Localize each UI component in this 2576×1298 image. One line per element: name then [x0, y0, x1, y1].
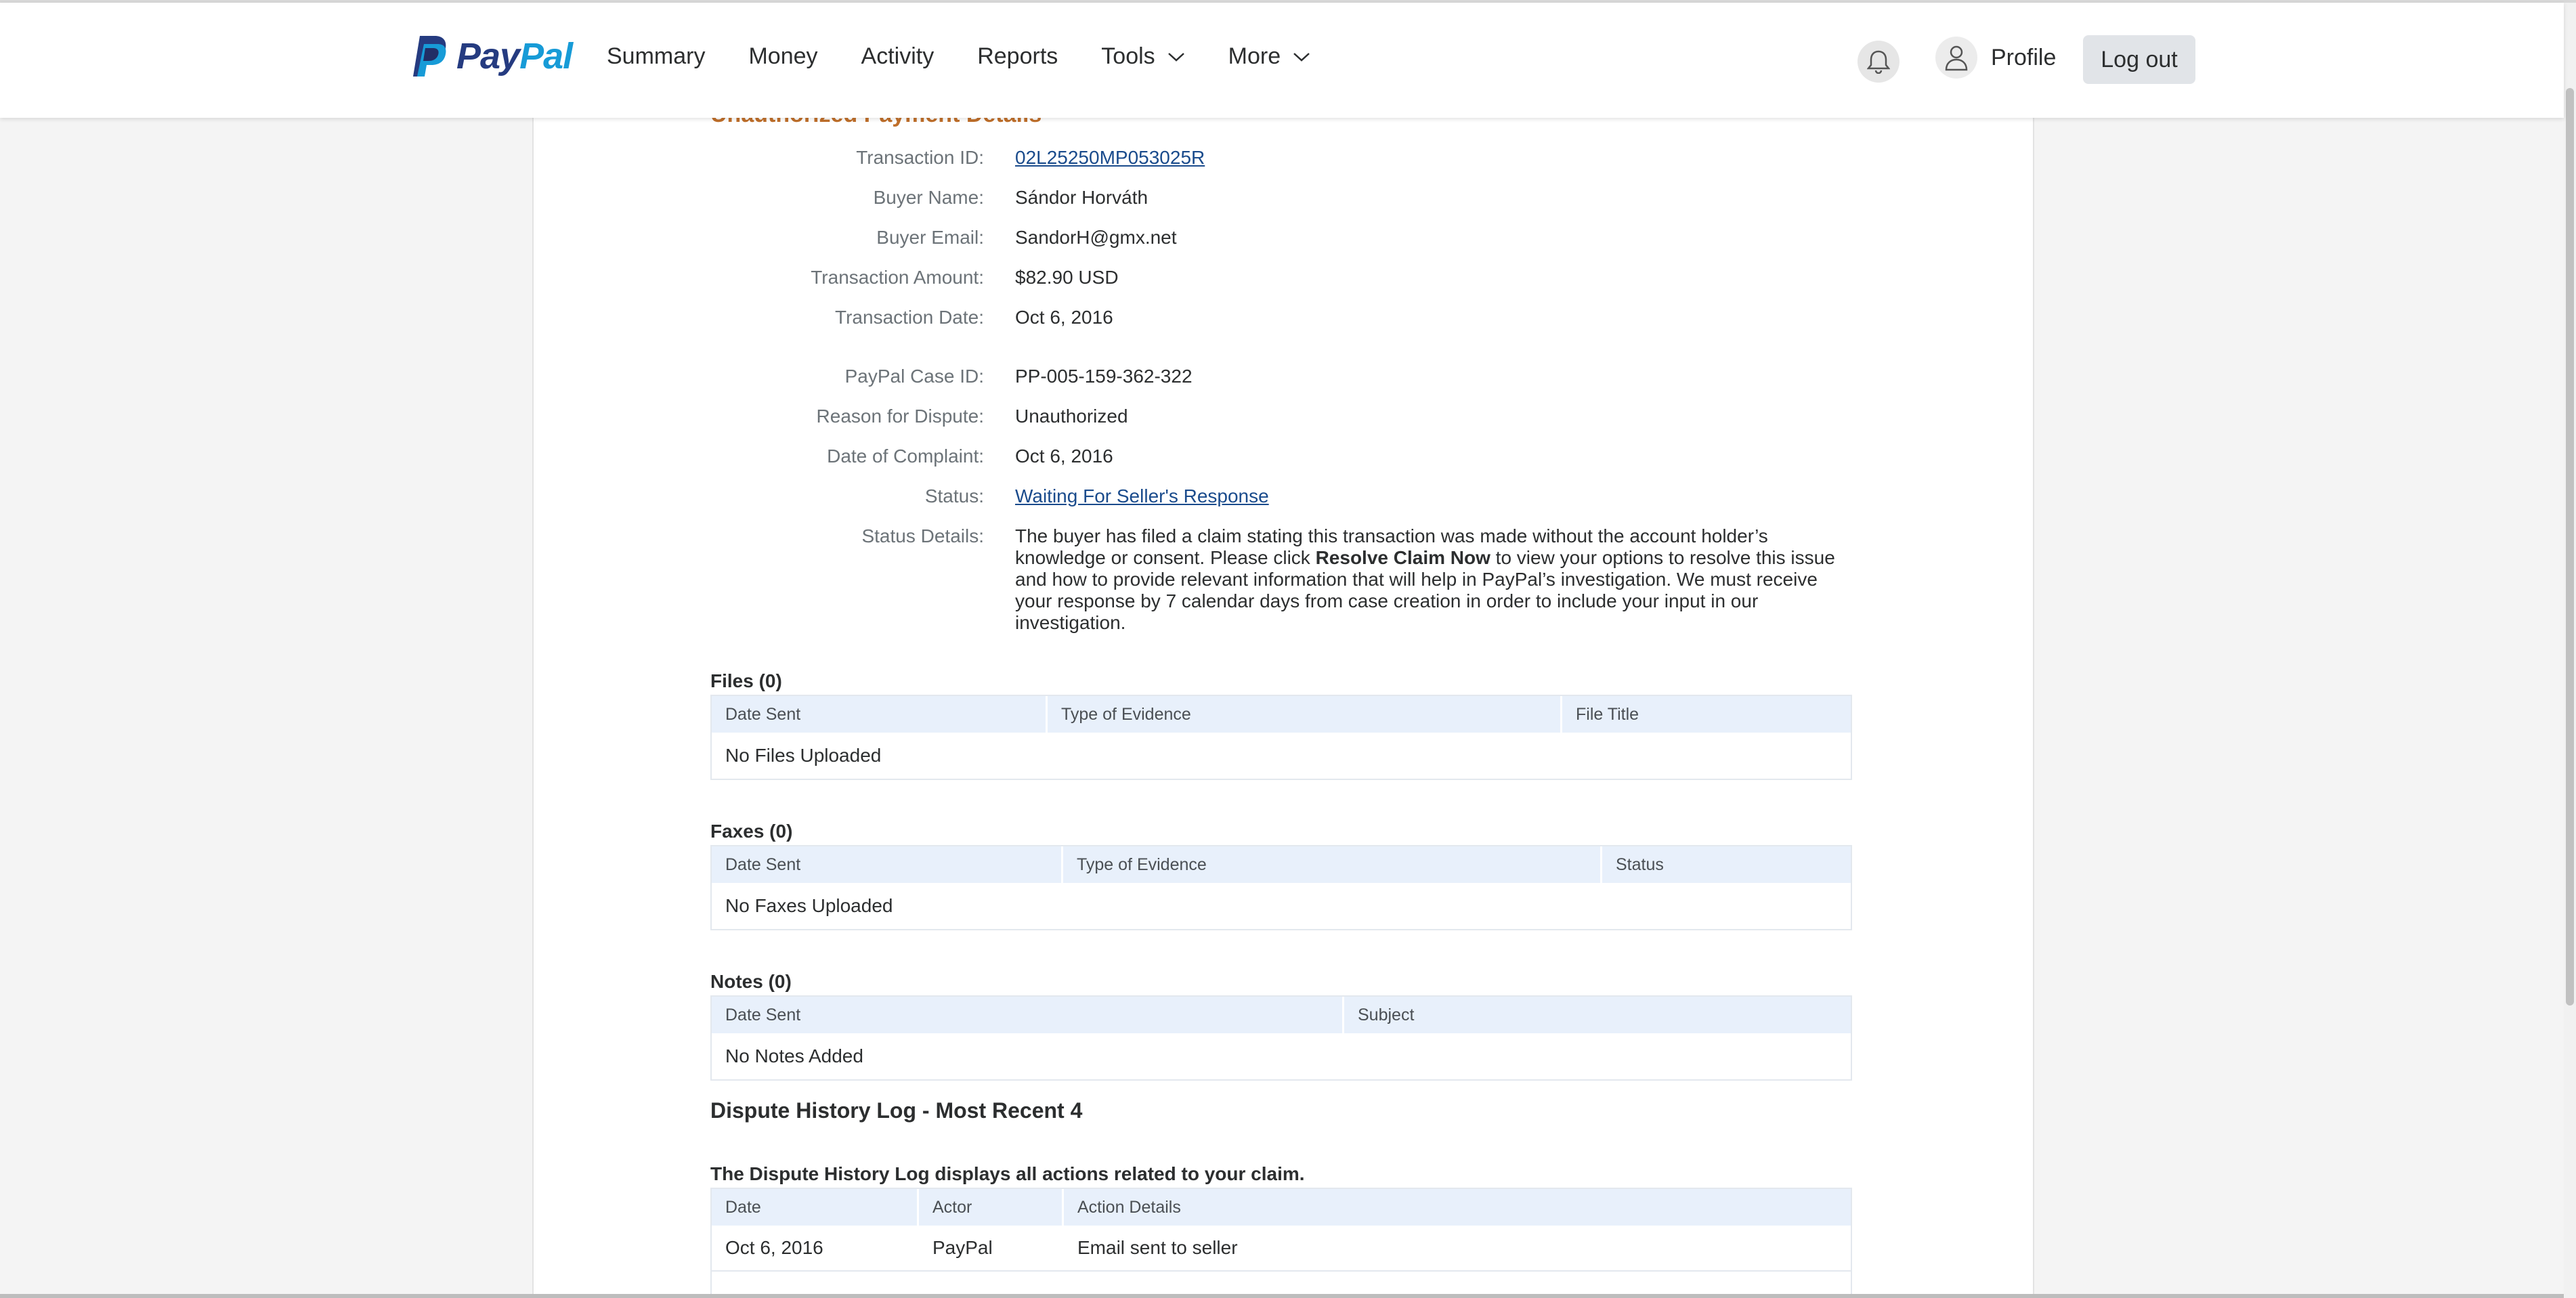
detail-value: Unauthorized: [1015, 406, 1128, 427]
column-header: Action Details: [1077, 1197, 1181, 1217]
nav-reports[interactable]: Reports: [977, 43, 1058, 70]
resolve-claim-now-text: Resolve Claim Now: [1315, 547, 1490, 568]
detail-label: Transaction Amount:: [811, 267, 984, 288]
history-title: Dispute History Log - Most Recent 4: [710, 1098, 1083, 1123]
logout-button[interactable]: Log out: [2083, 35, 2195, 84]
faxes-table: Date Sent Type of Evidence Status No Fax…: [710, 845, 1852, 930]
nav-money[interactable]: Money: [748, 43, 817, 70]
detail-value: 02L25250MP053025R: [1015, 147, 1858, 169]
files-table: Date Sent Type of Evidence File Title No…: [710, 695, 1852, 780]
transaction-id-link[interactable]: 02L25250MP053025R: [1015, 147, 1205, 168]
table-header: Date Sent Type of Evidence Status: [712, 846, 1851, 883]
history-date: Oct 6, 2016: [725, 1237, 823, 1258]
column-header: Status: [1616, 854, 1664, 874]
status-link[interactable]: Waiting For Seller's Response: [1015, 485, 1269, 506]
detail-row-transaction-date: Transaction Date: Oct 6, 2016: [710, 307, 1862, 328]
detail-row-transaction-id: Transaction ID: 02L25250MP053025R: [710, 147, 1862, 169]
history-actor: PayPal: [932, 1237, 993, 1258]
top-navigation-bar: PayPal Summary Money Activity Reports To…: [0, 3, 2564, 118]
detail-label: Buyer Name:: [873, 187, 984, 208]
detail-label: Transaction ID:: [856, 147, 984, 168]
detail-row-buyer-email: Buyer Email: SandorH@gmx.net: [710, 227, 1862, 248]
column-header: Date: [712, 1189, 919, 1226]
detail-row-status-details: Status Details: The buyer has filed a cl…: [710, 525, 1862, 633]
profile-link[interactable]: Profile: [1935, 37, 2056, 79]
column-header: Date Sent: [712, 846, 1063, 883]
paypal-logo[interactable]: PayPal: [410, 33, 573, 80]
faxes-title: Faxes (0): [710, 821, 793, 842]
chevron-down-icon: [1293, 52, 1310, 62]
bell-icon: [1867, 50, 1890, 74]
detail-row-case-id: PayPal Case ID: PP-005-159-362-322: [710, 366, 1862, 387]
detail-label: Reason for Dispute:: [816, 406, 984, 427]
detail-value: Oct 6, 2016: [1015, 307, 1113, 328]
column-header: Type of Evidence: [1048, 696, 1562, 733]
history-subtitle: The Dispute History Log displays all act…: [710, 1163, 1305, 1184]
detail-label: Transaction Date:: [835, 307, 984, 328]
logo-pal-text: Pal: [519, 36, 573, 77]
column-header: File Title: [1576, 704, 1639, 724]
history-action: Email sent to seller: [1077, 1237, 1238, 1258]
empty-row: No Notes Added: [725, 1045, 863, 1066]
files-title: Files (0): [710, 670, 782, 691]
nav-more-label: More: [1228, 43, 1281, 69]
notes-table: Date Sent Subject No Notes Added: [710, 995, 1852, 1081]
table-header: Date Sent Type of Evidence File Title: [712, 696, 1851, 733]
table-header: Date Sent Subject: [712, 997, 1851, 1033]
notifications-button[interactable]: [1858, 41, 1899, 83]
detail-value: SandorH@gmx.net: [1015, 227, 1177, 248]
empty-row: No Files Uploaded: [725, 745, 882, 766]
detail-label: Date of Complaint:: [827, 446, 984, 467]
detail-row-reason: Reason for Dispute: Unauthorized: [710, 406, 1862, 427]
detail-value: $82.90 USD: [1015, 267, 1119, 288]
logo-pay-text: Pay: [456, 36, 520, 77]
detail-label: Status:: [924, 485, 984, 506]
main-nav: Summary Money Activity Reports Tools Mor…: [607, 43, 1354, 70]
nav-summary[interactable]: Summary: [607, 43, 705, 70]
detail-value: Oct 6, 2016: [1015, 446, 1113, 467]
table-row: Oct 6, 2016 PayPal Email sent to seller: [712, 1226, 1851, 1272]
chevron-down-icon: [1167, 52, 1184, 62]
detail-label: Status Details:: [861, 525, 984, 546]
page-scrollbar-thumb[interactable]: [2566, 88, 2574, 1005]
detail-row-status: Status: Waiting For Seller's Response: [710, 485, 1862, 507]
column-header: Date Sent: [712, 997, 1344, 1033]
column-header: Date Sent: [712, 696, 1048, 733]
empty-row: No Faxes Uploaded: [725, 895, 893, 916]
avatar: [1935, 37, 1977, 79]
detail-row-transaction-amount: Transaction Amount: $82.90 USD: [710, 267, 1862, 288]
detail-value: Waiting For Seller's Response: [1015, 485, 1858, 507]
detail-row-buyer-name: Buyer Name: Sándor Horváth: [710, 187, 1862, 209]
detail-value: PP-005-159-362-322: [1015, 366, 1193, 387]
paypal-wordmark: PayPal: [456, 35, 573, 77]
table-header: Date Actor Action Details: [712, 1189, 1851, 1226]
column-header: Type of Evidence: [1063, 846, 1602, 883]
history-table: Date Actor Action Details Oct 6, 2016 Pa…: [710, 1188, 1852, 1296]
status-details-text: The buyer has filed a claim stating this…: [1015, 525, 1858, 634]
detail-label: PayPal Case ID:: [844, 366, 984, 387]
window-bottom-border: [0, 1294, 2564, 1298]
user-icon: [1945, 45, 1968, 71]
profile-label: Profile: [1991, 44, 2057, 70]
nav-activity[interactable]: Activity: [861, 43, 935, 70]
detail-row-complaint-date: Date of Complaint: Oct 6, 2016: [710, 446, 1862, 467]
nav-tools-label: Tools: [1101, 43, 1155, 69]
paypal-logo-icon: [413, 36, 446, 77]
column-header: Subject: [1358, 1005, 1415, 1024]
detail-label: Buyer Email:: [876, 227, 984, 248]
column-header: Actor: [919, 1189, 1064, 1226]
nav-tools[interactable]: Tools: [1101, 43, 1184, 70]
nav-more[interactable]: More: [1228, 43, 1310, 70]
detail-value: Sándor Horváth: [1015, 187, 1149, 208]
notes-title: Notes (0): [710, 971, 792, 992]
